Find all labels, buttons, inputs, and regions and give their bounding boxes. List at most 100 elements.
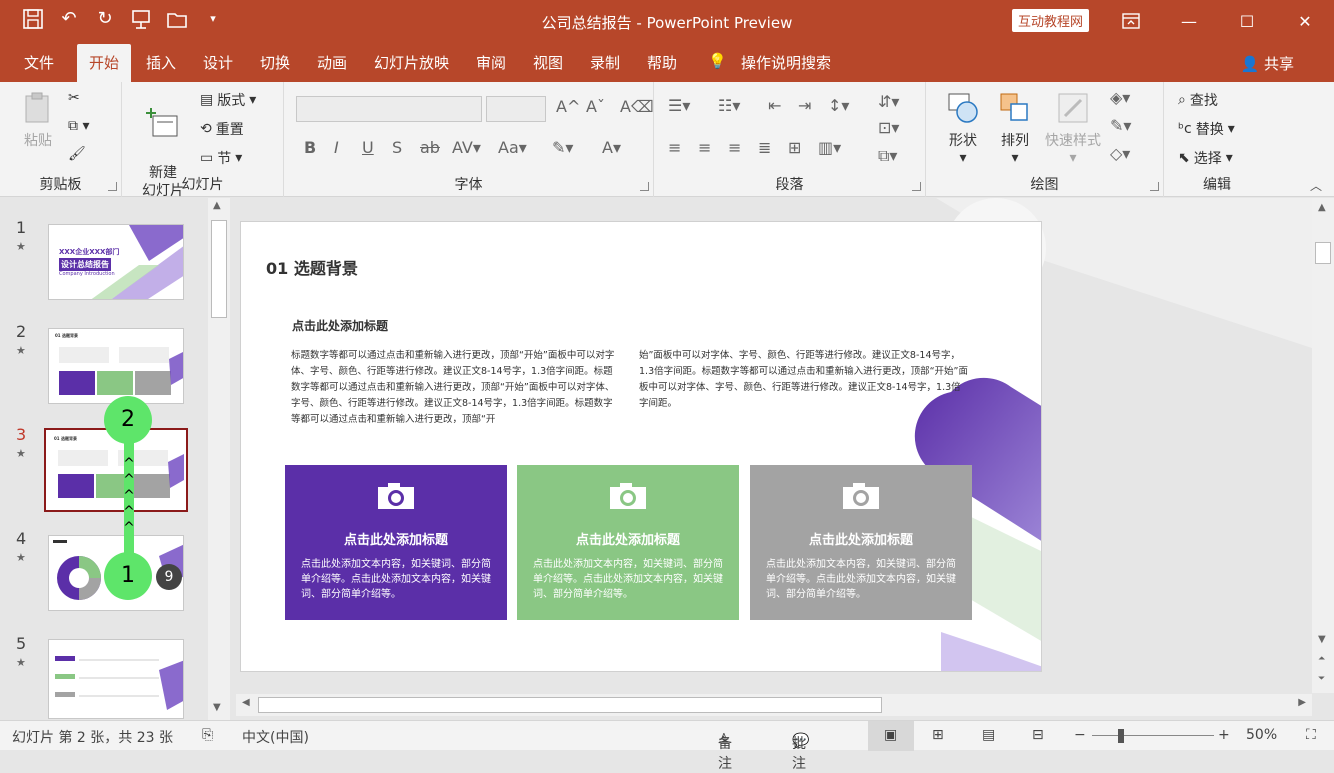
align-left-icon[interactable]: ≡ <box>668 138 681 157</box>
canvas-scroll-thumb[interactable] <box>1315 242 1331 264</box>
font-color-icon[interactable]: A▾ <box>602 138 621 157</box>
open-folder-icon[interactable] <box>166 8 188 30</box>
decrease-indent-icon[interactable]: ⇤ <box>768 96 781 115</box>
align-center-icon[interactable]: ≡ <box>698 138 711 157</box>
align-right-icon[interactable]: ≡ <box>728 138 741 157</box>
line-spacing-icon[interactable]: ↕▾ <box>828 96 849 115</box>
font-launcher-icon[interactable] <box>640 182 649 191</box>
decrease-font-icon[interactable]: Aˇ <box>586 97 605 116</box>
save-icon[interactable] <box>22 8 44 30</box>
zoom-out-icon[interactable]: − <box>1074 727 1086 743</box>
paragraph-left[interactable]: 标题数字等都可以通过点击和重新输入进行更改，顶部“开始”面板中可以对字体、字号、… <box>291 348 621 428</box>
char-spacing-icon[interactable]: AV▾ <box>452 138 481 157</box>
presentation-icon[interactable] <box>130 8 152 30</box>
reading-view-icon[interactable]: ▤ <box>982 727 995 743</box>
font-name-combo[interactable] <box>296 96 482 122</box>
tab-home[interactable]: 开始 <box>77 44 132 82</box>
zoom-level[interactable]: 50% <box>1246 727 1277 743</box>
clear-format-icon[interactable]: A⌫ <box>620 97 654 116</box>
maximize-icon[interactable]: ☐ <box>1218 0 1276 42</box>
accessibility-icon[interactable]: ⎘ <box>202 727 213 743</box>
quick-styles-button[interactable]: 快速样式 ▾ <box>1040 90 1106 166</box>
zoom-slider-thumb[interactable] <box>1118 729 1124 743</box>
increase-font-icon[interactable]: A^ <box>556 97 580 116</box>
font-size-combo[interactable] <box>486 96 546 122</box>
paragraph-launcher-icon[interactable] <box>912 182 921 191</box>
distributed-icon[interactable]: ⊞ <box>788 138 801 157</box>
bold-icon[interactable]: B <box>304 138 316 157</box>
cut-icon[interactable]: ✂ <box>68 90 80 106</box>
strikethrough-icon[interactable]: ab <box>420 138 440 157</box>
shape-fill-icon[interactable]: ◈▾ <box>1110 88 1130 107</box>
text-direction-icon[interactable]: ⇵▾ <box>878 92 899 111</box>
tab-help[interactable]: 帮助 <box>647 52 677 73</box>
minimize-icon[interactable]: — <box>1160 0 1218 42</box>
shapes-button[interactable]: 形状 ▾ <box>938 90 988 166</box>
italic-icon[interactable]: I <box>334 138 339 157</box>
h-scroll-thumb[interactable] <box>258 697 882 713</box>
underline-icon[interactable]: U <box>362 138 374 157</box>
select-button[interactable]: ⬉ 选择 ▾ <box>1178 148 1233 168</box>
feature-card-2[interactable]: 点击此处添加标题 点击此处添加文本内容，如关键词、部分简单介绍等。点击此处添加文… <box>517 465 739 620</box>
smartart-icon[interactable]: ⧉▾ <box>878 146 897 166</box>
canvas-vscrollbar[interactable]: ▲ ▼ ⏶ ⏷ <box>1312 198 1334 693</box>
redo-icon[interactable]: ↻ <box>94 8 116 30</box>
slide-heading[interactable]: 01 选题背景 <box>266 255 358 279</box>
shape-effects-icon[interactable]: ◇▾ <box>1110 144 1130 163</box>
shadow-icon[interactable]: S <box>392 138 402 157</box>
ribbon-display-icon[interactable] <box>1102 0 1160 42</box>
shape-outline-icon[interactable]: ✎▾ <box>1110 116 1131 135</box>
thumbnail-scrollbar[interactable]: ▲ ▼ <box>208 198 230 720</box>
tell-me-search[interactable]: 操作说明搜索 <box>741 52 831 73</box>
section-button[interactable]: ▭ 节 ▾ <box>200 148 242 168</box>
layout-button[interactable]: ▤ 版式 ▾ <box>200 90 256 110</box>
drawing-launcher-icon[interactable] <box>1150 182 1159 191</box>
numbering-icon[interactable]: ☷▾ <box>718 96 740 115</box>
zoom-slider-track[interactable] <box>1092 735 1214 736</box>
close-icon[interactable]: ✕ <box>1276 0 1334 42</box>
tab-review[interactable]: 审阅 <box>476 52 506 73</box>
replace-button[interactable]: ᵇc 替换 ▾ <box>1178 119 1235 139</box>
change-case-icon[interactable]: Aa▾ <box>498 138 527 157</box>
increase-indent-icon[interactable]: ⇥ <box>798 96 811 115</box>
arrange-button[interactable]: 排列 ▾ <box>990 90 1040 166</box>
customize-qat-icon[interactable]: ▾ <box>202 8 224 30</box>
tab-record[interactable]: 录制 <box>590 52 620 73</box>
tab-file[interactable]: 文件 <box>24 52 54 73</box>
tab-insert[interactable]: 插入 <box>146 52 176 73</box>
zoom-in-icon[interactable]: + <box>1218 727 1230 743</box>
scroll-right-icon[interactable]: ▶ <box>1298 697 1306 708</box>
share-button[interactable]: 👤 共享 <box>1241 53 1294 74</box>
slide-thumbnail-2[interactable]: 01 选题背景 <box>48 328 184 404</box>
feature-card-3[interactable]: 点击此处添加标题 点击此处添加文本内容，如关键词、部分简单介绍等。点击此处添加文… <box>750 465 972 620</box>
paste-button[interactable]: 粘贴 <box>16 90 60 150</box>
scroll-left-icon[interactable]: ◀ <box>242 697 250 708</box>
align-text-icon[interactable]: ⊡▾ <box>878 118 899 137</box>
scroll-down-icon[interactable]: ▼ <box>1318 634 1326 645</box>
next-slide-icon[interactable]: ⏷ <box>1318 674 1325 684</box>
thumbnail-scroll-thumb[interactable] <box>211 220 227 318</box>
collapse-ribbon-icon[interactable]: ︿ <box>1310 177 1322 194</box>
prev-slide-icon[interactable]: ⏶ <box>1318 654 1325 664</box>
feature-card-1[interactable]: 点击此处添加标题 点击此处添加文本内容，如关键词、部分简单介绍等。点击此处添加文… <box>285 465 507 620</box>
scroll-up-icon[interactable]: ▲ <box>1318 202 1326 213</box>
bullets-icon[interactable]: ☰▾ <box>668 96 690 115</box>
tab-design[interactable]: 设计 <box>203 52 233 73</box>
columns-icon[interactable]: ▥▾ <box>818 138 841 157</box>
tab-transitions[interactable]: 切换 <box>260 52 290 73</box>
slide-thumbnail-1[interactable]: XXX企业XXX部门 设计总结报告 Company Introduction <box>48 224 184 300</box>
slide-subheading[interactable]: 点击此处添加标题 <box>292 317 388 334</box>
fit-slide-icon[interactable]: ⛶ <box>1306 727 1316 743</box>
copy-icon[interactable]: ⧉ ▾ <box>68 118 89 134</box>
scroll-down-icon[interactable]: ▼ <box>213 702 221 713</box>
tab-animations[interactable]: 动画 <box>317 52 347 73</box>
language-indicator[interactable]: 中文(中国) <box>242 727 309 747</box>
tab-view[interactable]: 视图 <box>533 52 563 73</box>
slideshow-view-icon[interactable]: ⊟ <box>1032 727 1044 743</box>
paragraph-right[interactable]: 始”面板中可以对字体、字号、颜色、行距等进行修改。建议正文8-14号字，1.3倍… <box>639 348 969 412</box>
format-painter-icon[interactable]: 🖌 <box>68 146 86 162</box>
scroll-up-icon[interactable]: ▲ <box>213 200 221 211</box>
tab-slideshow[interactable]: 幻灯片放映 <box>374 52 449 73</box>
highlight-icon[interactable]: ✎▾ <box>552 138 573 157</box>
undo-icon[interactable]: ↶ <box>58 8 80 30</box>
